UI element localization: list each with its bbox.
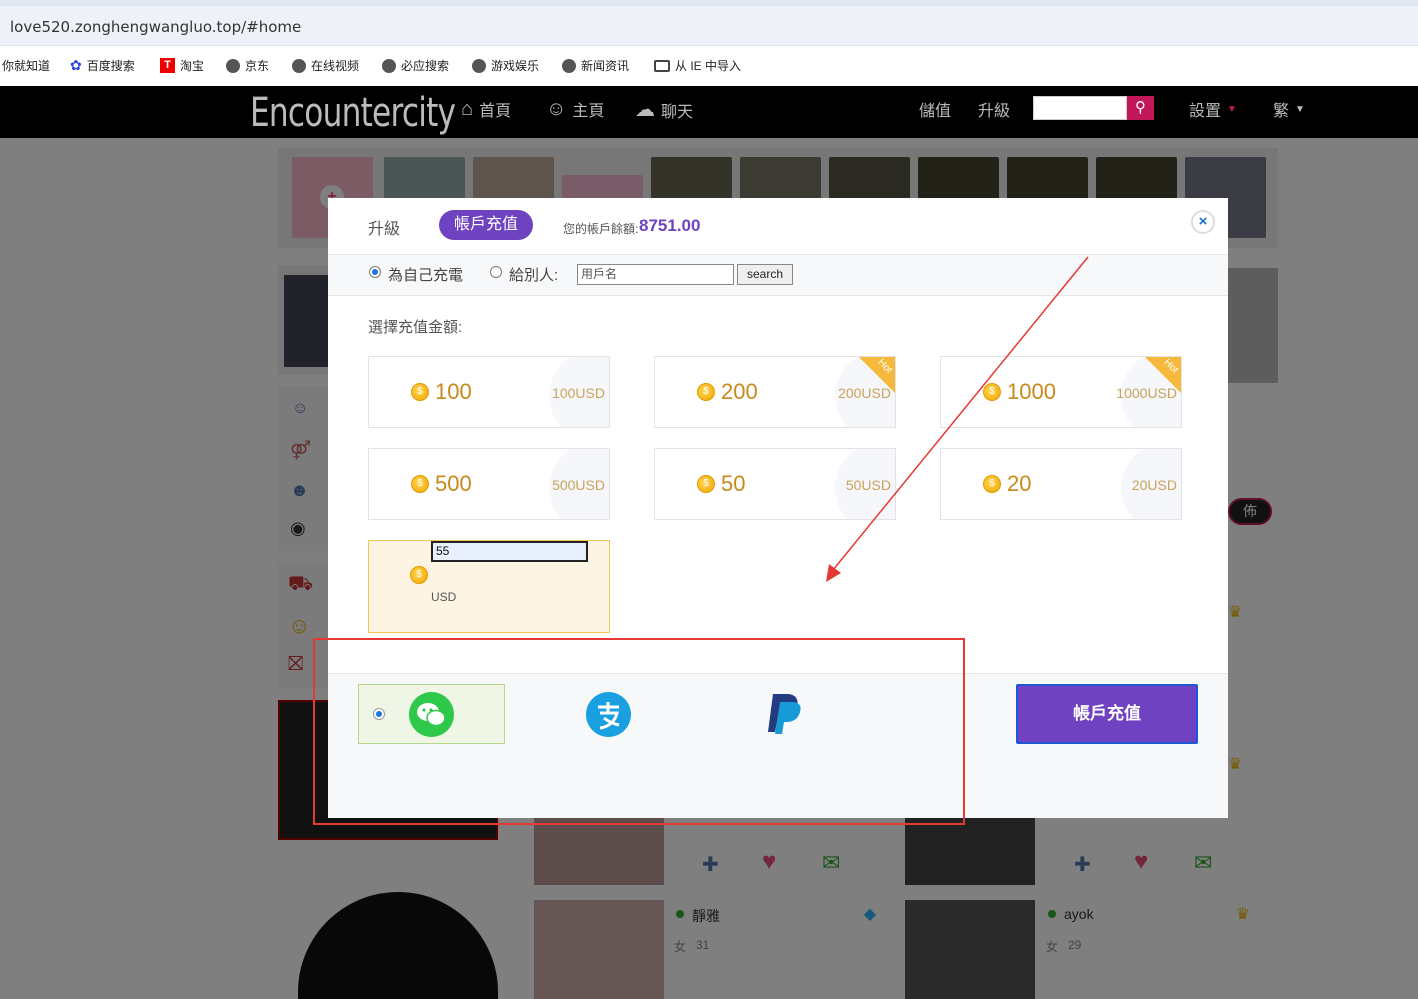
annotation-arrow bbox=[826, 256, 1089, 582]
